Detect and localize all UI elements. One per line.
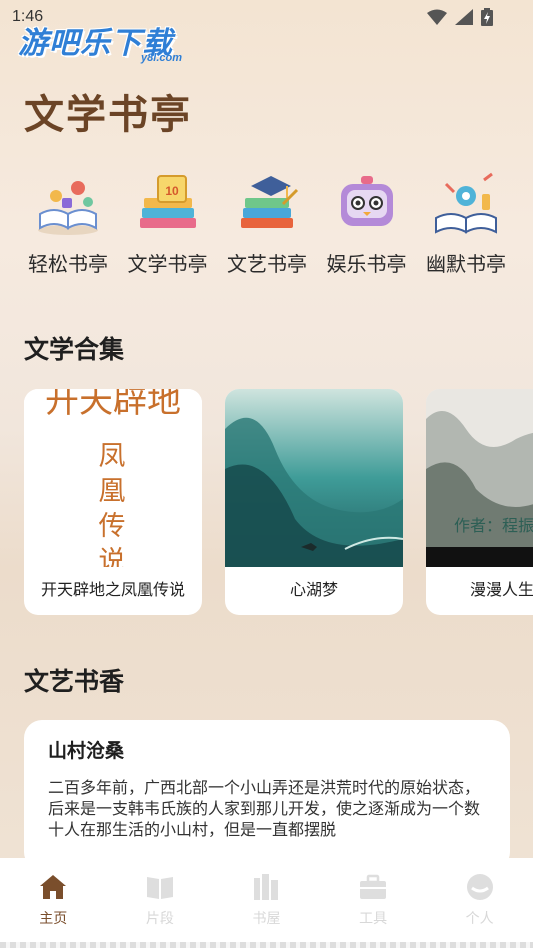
category-humor[interactable]: 幽默书亭	[420, 170, 512, 277]
book-stack-calendar-icon: 10	[139, 175, 196, 228]
tab-fragments[interactable]: 片段	[120, 872, 200, 948]
watermark-sub: y8l.com	[141, 52, 182, 64]
category-label: 文学书亭	[127, 252, 208, 276]
collection-card[interactable]: 作者：程振 漫漫人生	[426, 389, 533, 615]
category-label: 娱乐书亭	[326, 252, 407, 276]
category-label: 轻松书亭	[28, 252, 108, 276]
category-row: 轻松书亭 10 文学书亭 文艺书亭 娱乐书亭 幽默书亭	[22, 170, 512, 277]
book-cover: 开天辟地 凤 凰 传 说	[24, 389, 202, 567]
collection-card[interactable]: 心湖梦	[225, 389, 403, 615]
open-book-tab-icon	[146, 877, 173, 899]
page-title: 文学书亭	[24, 91, 192, 138]
tab-bookroom[interactable]: 书屋	[226, 872, 306, 948]
tab-label: 个人	[465, 911, 494, 927]
bottom-tab-bar: 主页 片段 书屋 工具 个人	[0, 858, 533, 948]
category-fun[interactable]: 娱乐书亭	[321, 170, 413, 277]
tab-label: 书屋	[252, 911, 281, 927]
watermark-logo: 游吧乐下载 y8l.com	[18, 18, 188, 68]
collection-card-title: 开天辟地之凤凰传说	[40, 580, 185, 599]
book-cover	[225, 389, 403, 567]
cover-char: 传	[98, 511, 126, 542]
bottom-strip	[0, 942, 533, 948]
collection-card-title: 漫漫人生	[470, 580, 533, 599]
cover-vertical-text: 凤 凰 传 说	[92, 439, 132, 567]
tab-label: 主页	[39, 911, 68, 927]
category-arts[interactable]: 文艺书亭	[221, 170, 313, 277]
article-title: 山村沧桑	[48, 740, 125, 762]
category-literature[interactable]: 10 文学书亭	[122, 170, 214, 277]
article-card[interactable]: 山村沧桑 二百多年前，广西北部一个小山弄还是洪荒时代的原始状态，后来是一支韩韦氏…	[24, 720, 510, 870]
category-label: 幽默书亭	[426, 252, 506, 276]
cover-char: 说	[98, 546, 126, 567]
open-book-icon	[38, 181, 98, 235]
category-label: 文艺书亭	[227, 252, 307, 276]
toolbox-icon	[360, 874, 387, 899]
cover-char: 凤	[98, 441, 126, 472]
cover-top-text: 开天辟地	[45, 389, 181, 421]
svg-text:10: 10	[165, 184, 179, 198]
ink-painting: 作者：程振	[426, 389, 533, 567]
tab-label: 工具	[359, 911, 388, 927]
collection-card-title: 心湖梦	[289, 580, 338, 599]
wifi-icon	[427, 9, 447, 25]
category-easy[interactable]: 轻松书亭	[22, 170, 114, 277]
arts-title: 文艺书香	[24, 667, 125, 696]
cover-char: 凰	[98, 476, 126, 507]
tab-label: 片段	[145, 911, 174, 927]
bookshelf-icon	[254, 874, 279, 900]
home-icon	[40, 875, 67, 899]
tab-profile[interactable]: 个人	[440, 872, 520, 948]
article-body: 二百多年前，广西北部一个小山弄还是洪荒时代的原始状态，后来是一支韩韦氏族的人家到…	[48, 778, 481, 839]
battery-icon	[481, 8, 493, 26]
cover-author-text: 作者：程振	[454, 516, 533, 535]
collection-title: 文学合集	[24, 335, 125, 364]
signal-icon	[455, 9, 473, 25]
tab-home[interactable]: 主页	[13, 872, 93, 948]
graduation-books-icon	[241, 176, 299, 228]
robot-toy-icon	[340, 176, 393, 226]
collection-card[interactable]: 开天辟地 凤 凰 传 说 开天辟地之凤凰传说	[24, 389, 202, 615]
status-icons	[427, 8, 493, 26]
collection-row: 开天辟地 凤 凰 传 说 开天辟地之凤凰传说 心湖梦 作者：程振 漫漫人生	[24, 389, 533, 617]
tab-tools[interactable]: 工具	[333, 872, 413, 948]
book-cover: 作者：程振	[426, 389, 533, 567]
person-icon	[466, 874, 493, 900]
science-book-icon	[435, 172, 497, 234]
landscape-painting	[225, 389, 403, 567]
